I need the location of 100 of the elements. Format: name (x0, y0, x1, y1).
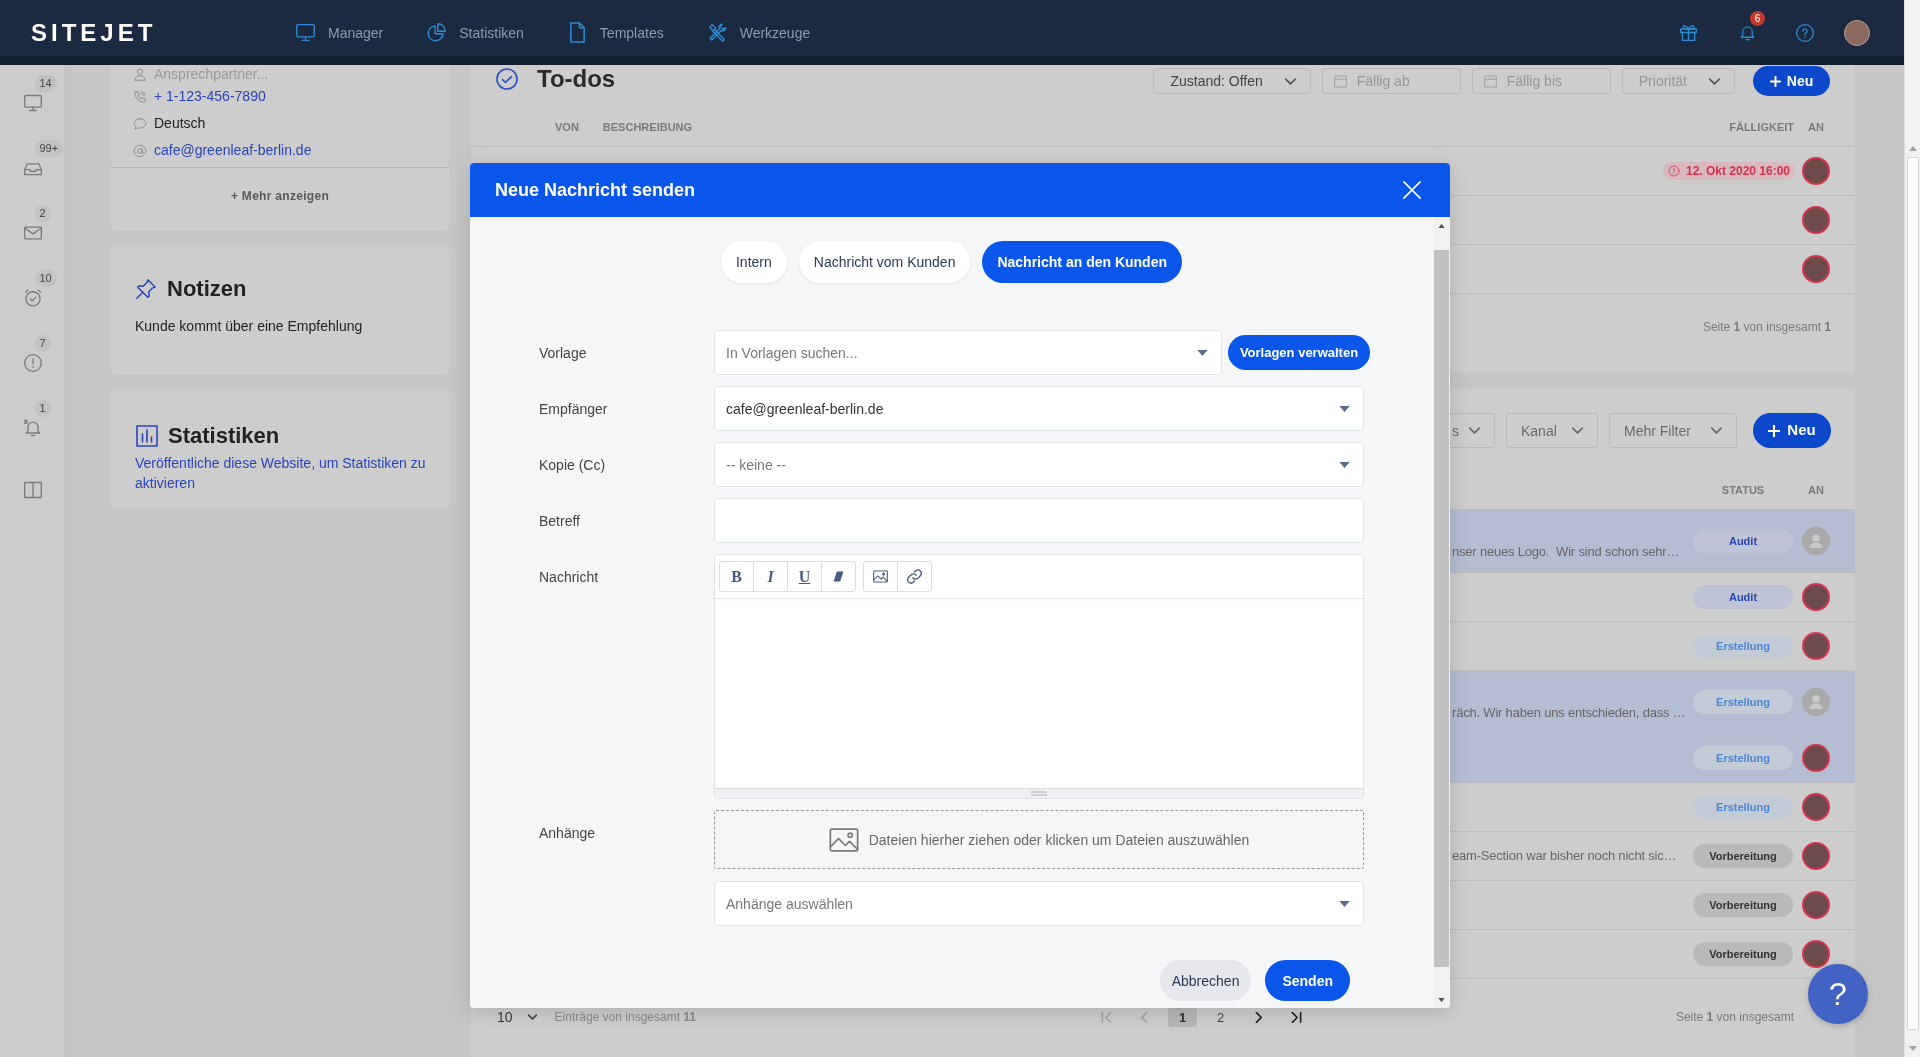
link-icon (907, 569, 922, 584)
alert-icon (1667, 165, 1680, 177)
tab[interactable]: Nachricht vom Kunden (798, 241, 971, 283)
page-button[interactable]: 1 (1168, 1007, 1197, 1027)
new-button[interactable]: Neu (1753, 413, 1831, 448)
text-input[interactable] (714, 498, 1364, 543)
file-dropzone[interactable]: Dateien hierher ziehen oder klicken um Dateien auszuwählen (714, 810, 1364, 869)
note-text: Kunde kommt über eine Empfehlung (135, 317, 364, 336)
scroll-up-icon[interactable] (1438, 223, 1445, 228)
page-size-select[interactable]: 10 (497, 1010, 537, 1024)
column-header: STATUS (1721, 485, 1765, 496)
check-circle-icon (495, 67, 519, 91)
nav-link[interactable]: Manager (295, 22, 384, 43)
status-badge: Vorbereitung (1693, 893, 1793, 917)
logo[interactable]: SITEJET (31, 20, 157, 45)
tab[interactable]: Intern (721, 241, 787, 283)
field-label: Empfänger (539, 401, 608, 416)
caret-down-icon (1339, 405, 1350, 412)
scroll-down-icon[interactable] (1438, 997, 1445, 1002)
field-label: Kopie (Cc) (539, 457, 606, 472)
insert-image-button[interactable] (863, 561, 898, 592)
last-page-icon[interactable] (1291, 1011, 1302, 1023)
clear-format-button[interactable] (821, 561, 856, 592)
contact-link[interactable]: cafe@greenleaf-berlin.de (154, 142, 312, 159)
show-more-link[interactable]: + Mehr anzeigen (230, 190, 330, 202)
insert-link-button[interactable] (897, 561, 932, 592)
speech-bubble-icon (133, 116, 147, 131)
image-icon (873, 570, 888, 583)
count-badge: 7 (34, 334, 51, 352)
pie-chart-icon (426, 22, 448, 43)
caret-down-icon (1339, 900, 1350, 907)
gift-icon[interactable] (1678, 22, 1699, 43)
chevron-down-icon (1284, 77, 1296, 85)
person-icon (133, 67, 147, 81)
alarm-clock-icon[interactable] (22, 287, 43, 308)
caret-down-icon (1197, 349, 1208, 356)
dropdown-field[interactable]: cafe@greenleaf-berlin.de (714, 386, 1364, 431)
status-badge: Audit (1693, 585, 1793, 609)
count-badge: 2 (34, 204, 51, 222)
notification-badge: 6 (1750, 11, 1765, 26)
nav-link[interactable]: Werkzeuge (706, 22, 811, 43)
avatar (1802, 157, 1830, 185)
user-avatar[interactable] (1844, 19, 1870, 46)
dropdown-field[interactable]: In Vorlagen suchen... (714, 330, 1222, 375)
tab[interactable]: Nachricht an den Kunden (982, 241, 1182, 283)
tools-icon (706, 22, 728, 43)
card-title: Notizen (167, 278, 247, 300)
publish-link[interactable]: Veröffentliche diese Website, um Statistiken zu aktivieren (135, 453, 437, 493)
avatar (1802, 583, 1830, 611)
contact-link[interactable]: + 1-123-456-7890 (154, 88, 266, 105)
bold-button[interactable]: B (719, 561, 754, 592)
scrollbar-thumb[interactable] (1434, 250, 1449, 967)
eraser-icon (833, 571, 844, 582)
italic-button[interactable]: I (753, 561, 788, 592)
field-label: Anhänge (539, 825, 596, 840)
status-badge: Vorbereitung (1693, 844, 1793, 868)
monitor-icon[interactable] (22, 92, 43, 113)
resize-handle[interactable] (715, 788, 1363, 798)
manage-templates-button[interactable]: Vorlagen verwalten (1228, 335, 1370, 370)
avatar (1802, 891, 1830, 919)
scrollbar-thumb[interactable] (1906, 157, 1919, 1030)
count-badge: 1 (34, 399, 51, 417)
bell-icon[interactable] (22, 417, 43, 438)
new-button[interactable]: Neu (1753, 66, 1830, 96)
message-preview: eam-Section war bisher noch nicht sic… (1452, 847, 1677, 865)
send-button[interactable]: Senden (1265, 960, 1350, 1001)
filter-dropdown[interactable]: Zustand: Offen (1153, 68, 1311, 94)
close-icon[interactable] (1403, 181, 1421, 199)
chevron-down-icon (1711, 427, 1722, 434)
nav-link[interactable]: Statistiken (426, 22, 524, 43)
dropdown-field[interactable]: -- keine -- (714, 442, 1364, 487)
phone-icon (133, 89, 147, 104)
avatar (1802, 793, 1830, 821)
underline-button[interactable]: U (787, 561, 822, 592)
help-icon[interactable] (1795, 22, 1815, 43)
cancel-button[interactable]: Abbrechen (1159, 960, 1252, 1001)
next-page-icon[interactable] (1253, 1011, 1264, 1023)
pagination-info: Seite 1 von insgesamt 1 (1702, 320, 1831, 334)
chevron-down-icon (1709, 77, 1720, 85)
at-sign-icon (133, 143, 147, 158)
calendar-icon (1483, 74, 1497, 88)
status-badge: Vorbereitung (1693, 942, 1793, 966)
message-preview: räch. Wir haben uns entschieden, dass … (1452, 704, 1686, 722)
user-placeholder-icon (1802, 688, 1830, 716)
status-badge: Audit (1693, 529, 1793, 553)
chevron-down-icon (1572, 427, 1583, 434)
filter-dropdown[interactable]: Mehr Filter (1609, 413, 1737, 448)
page-button[interactable]: 2 (1206, 1007, 1235, 1027)
alert-icon[interactable] (22, 352, 43, 373)
dropdown-field[interactable]: Anhänge auswählen (714, 881, 1364, 926)
avatar (1802, 632, 1830, 660)
calendar-icon (1333, 74, 1347, 88)
filter-dropdown[interactable]: Kanal (1506, 413, 1598, 448)
caret-down-icon (1339, 461, 1350, 468)
columns-icon[interactable] (22, 479, 43, 500)
card-title: To-dos (537, 66, 616, 92)
nav-link[interactable]: Templates (566, 22, 664, 43)
count-badge: 14 (34, 74, 57, 92)
due-date-text: 12. Okt 2020 16:00 (1685, 165, 1791, 177)
field-label: Betreff (539, 513, 580, 528)
